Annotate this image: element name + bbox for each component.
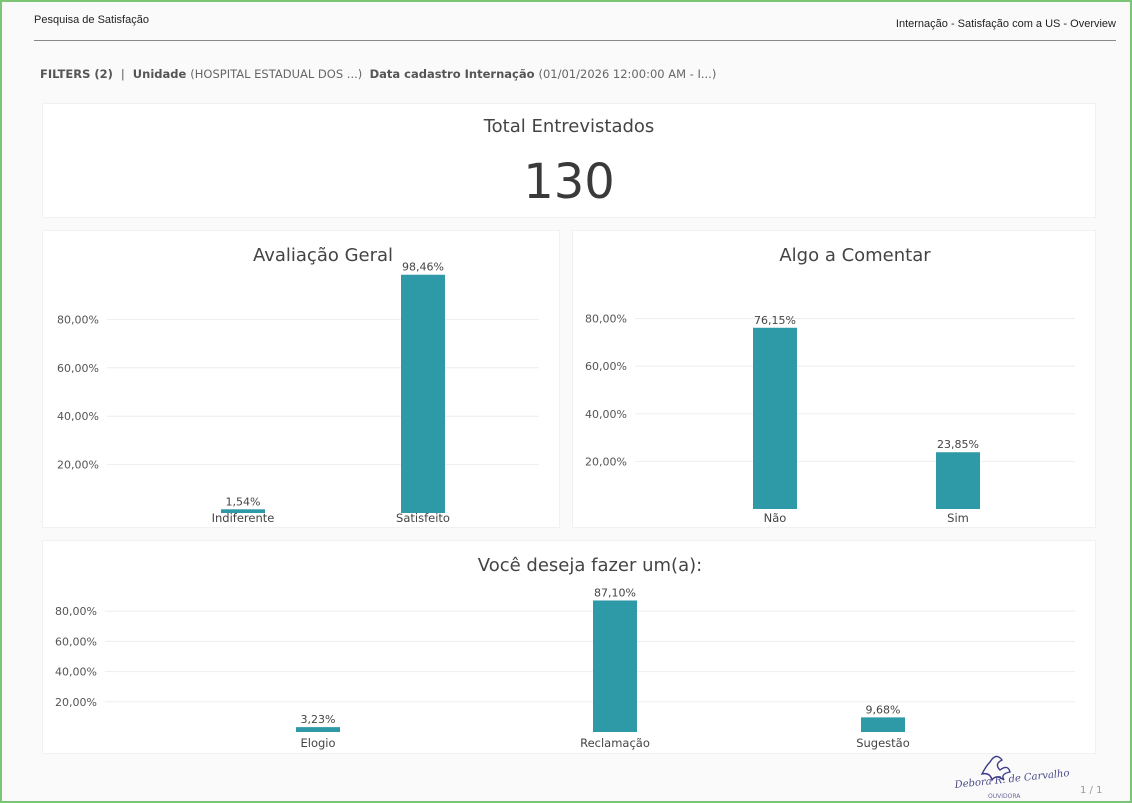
deseja-bar xyxy=(593,600,637,732)
comentar-y-tick-label: 20,00% xyxy=(585,455,627,468)
signature-name: Debora R. de Carvalho xyxy=(953,768,1070,791)
deseja-category-label: Reclamação xyxy=(580,736,650,750)
total-panel: Total Entrevistados 130 xyxy=(42,103,1096,218)
avaliacao-category-label: Satisfeito xyxy=(396,511,450,525)
filter-data-label[interactable]: Data cadastro Internação xyxy=(370,67,535,81)
comentar-bar xyxy=(936,452,980,509)
comentar-data-label: 76,15% xyxy=(754,314,796,327)
comentar-y-tick-label: 60,00% xyxy=(585,360,627,373)
chart-avaliacao-geral: Avaliação Geral 20,00% 40,00% 60,00% 80,00% 1… xyxy=(57,245,539,525)
deseja-data-label: 9,68% xyxy=(866,703,901,716)
filter-data-value[interactable]: (01/01/2026 12:00:00 AM - I...) xyxy=(539,67,717,81)
deseja-y-tick-label: 40,00% xyxy=(55,666,97,679)
document-header: Pesquisa de Satisfação Internação - Sati… xyxy=(34,12,1116,41)
deseja-category-label: Sugestão xyxy=(856,736,910,750)
filter-unidade-label[interactable]: Unidade xyxy=(133,67,187,81)
chart-voce-deseja: Você deseja fazer um(a): 20,00% 40,00% 60,0… xyxy=(55,555,1075,750)
comentar-category-label: Sim xyxy=(947,511,969,525)
chart-panel-avaliacao: Avaliação Geral 20,00% 40,00% 60,00% 80,00% 1… xyxy=(42,230,560,528)
deseja-data-label: 87,10% xyxy=(594,586,636,599)
comentar-category-label: Não xyxy=(764,511,787,525)
chart-panel-comentar: Algo a Comentar 20,00% 40,00% 60,00% 80,00% 7… xyxy=(572,230,1096,528)
comentar-chart-title: Algo a Comentar xyxy=(779,245,931,266)
deseja-y-tick-label: 60,00% xyxy=(55,635,97,648)
signature-stamp: Debora R. de Carvalho OUVIDORA xyxy=(953,755,1070,800)
avaliacao-y-tick-label: 20,00% xyxy=(57,459,99,472)
chart-panel-deseja: Você deseja fazer um(a): 20,00% 40,00% 60,0… xyxy=(42,540,1096,754)
signature-role: OUVIDORA xyxy=(988,793,1021,800)
deseja-chart-title: Você deseja fazer um(a): xyxy=(478,555,702,576)
deseja-bar xyxy=(861,717,905,732)
deseja-y-tick-label: 80,00% xyxy=(55,605,97,618)
filters-separator: | xyxy=(120,67,125,81)
avaliacao-data-label: 98,46% xyxy=(402,261,444,274)
comentar-data-label: 23,85% xyxy=(937,438,979,451)
page-number: 1 / 1 xyxy=(1080,785,1103,796)
avaliacao-chart-title: Avaliação Geral xyxy=(253,245,393,266)
avaliacao-y-tick-label: 80,00% xyxy=(57,313,99,326)
avaliacao-y-tick-label: 60,00% xyxy=(57,362,99,375)
deseja-category-label: Elogio xyxy=(300,736,335,750)
avaliacao-category-label: Indiferente xyxy=(212,511,275,525)
comentar-y-tick-label: 40,00% xyxy=(585,408,627,421)
avaliacao-bar xyxy=(401,274,445,513)
report-title: Pesquisa de Satisfação xyxy=(34,14,149,26)
filters-count[interactable]: FILTERS (2) xyxy=(40,67,113,81)
page-title: Internação - Satisfação com a US - Overv… xyxy=(895,18,1116,30)
deseja-data-label: 3,23% xyxy=(301,713,336,726)
total-title: Total Entrevistados xyxy=(483,116,655,137)
deseja-bar xyxy=(296,727,340,732)
deseja-y-tick-label: 20,00% xyxy=(55,696,97,709)
filters-bar[interactable]: FILTERS (2) | Unidade (HOSPITAL ESTADUAL DO… xyxy=(40,67,716,81)
comentar-bar xyxy=(753,327,797,509)
avaliacao-data-label: 1,54% xyxy=(226,495,261,508)
filter-unidade-value[interactable]: (HOSPITAL ESTADUAL DOS ...) xyxy=(190,67,362,81)
avaliacao-y-tick-label: 40,00% xyxy=(57,410,99,423)
comentar-y-tick-label: 80,00% xyxy=(585,313,627,326)
chart-algo-a-comentar: Algo a Comentar 20,00% 40,00% 60,00% 80,00% 7… xyxy=(585,245,1075,525)
total-value: 130 xyxy=(523,154,615,210)
